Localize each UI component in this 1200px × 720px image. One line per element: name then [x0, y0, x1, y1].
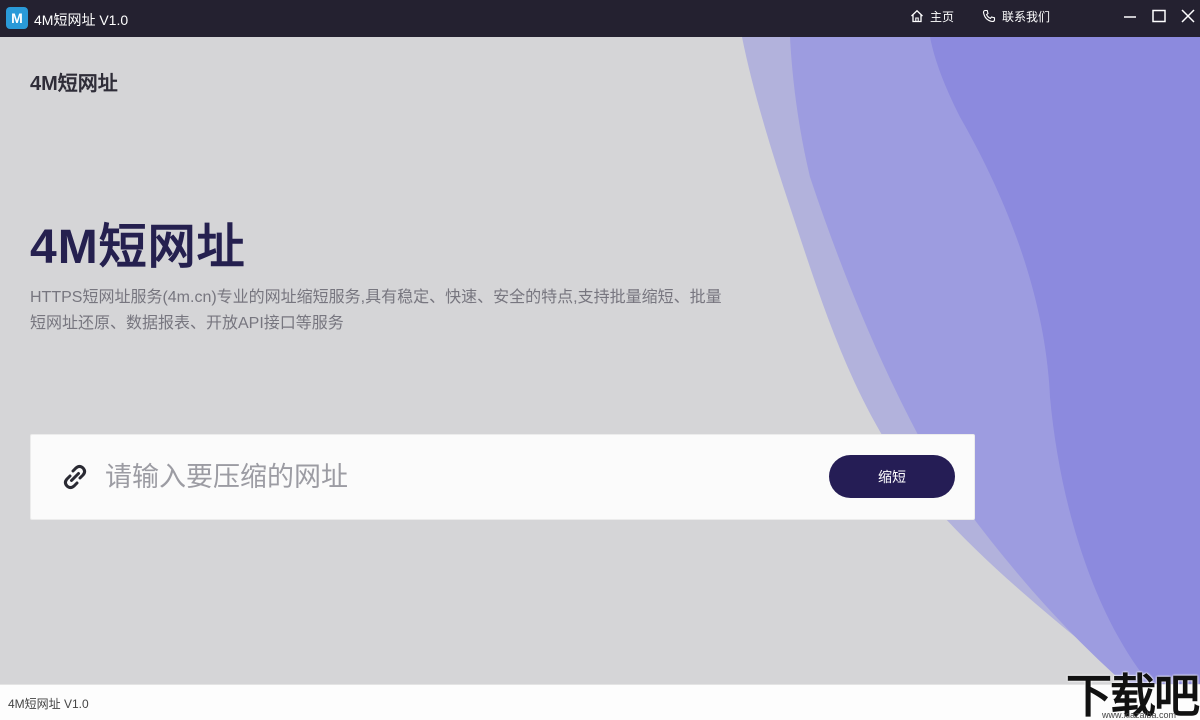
close-button[interactable] [1170, 0, 1200, 32]
status-bar: 4M短网址 V1.0 [0, 684, 1200, 720]
hero-title: 4M短网址 [30, 221, 246, 274]
background-waves [742, 37, 1200, 684]
url-input-panel: 缩短 [30, 434, 975, 520]
footer-version: 4M短网址 V1.0 [8, 697, 89, 711]
watermark-url: www.xiazaiba.com [1102, 710, 1177, 720]
phone-icon [982, 9, 996, 23]
maximize-icon [1152, 9, 1166, 23]
app-logo-icon: M [6, 7, 28, 29]
nav-home-label: 主页 [930, 9, 955, 24]
title-bar: M 4M短网址 V1.0 主页 联系我们 [0, 0, 1200, 37]
brand-label: 4M短网址 [30, 73, 118, 95]
nav-contact[interactable]: 联系我们 [982, 7, 1050, 25]
home-icon [911, 9, 923, 23]
main-area: 4M短网址 4M短网址 HTTPS短网址服务(4m.cn)专业的网址缩短服务,具… [0, 37, 1200, 684]
nav-contact-label: 联系我们 [1002, 9, 1051, 24]
hero-description: HTTPS短网址服务(4m.cn)专业的网址缩短服务,具有稳定、快速、安全的特点… [30, 289, 722, 332]
nav-home[interactable]: 主页 [910, 7, 954, 25]
window-title: 4M短网址 V1.0 [34, 12, 129, 28]
shorten-button[interactable]: 缩短 [829, 455, 955, 498]
minimize-icon [1124, 16, 1136, 18]
close-icon [1181, 9, 1195, 23]
watermark-logo: 下载吧 www.xiazaiba.com [1062, 660, 1200, 720]
url-input[interactable] [105, 455, 805, 499]
link-icon [63, 464, 87, 490]
